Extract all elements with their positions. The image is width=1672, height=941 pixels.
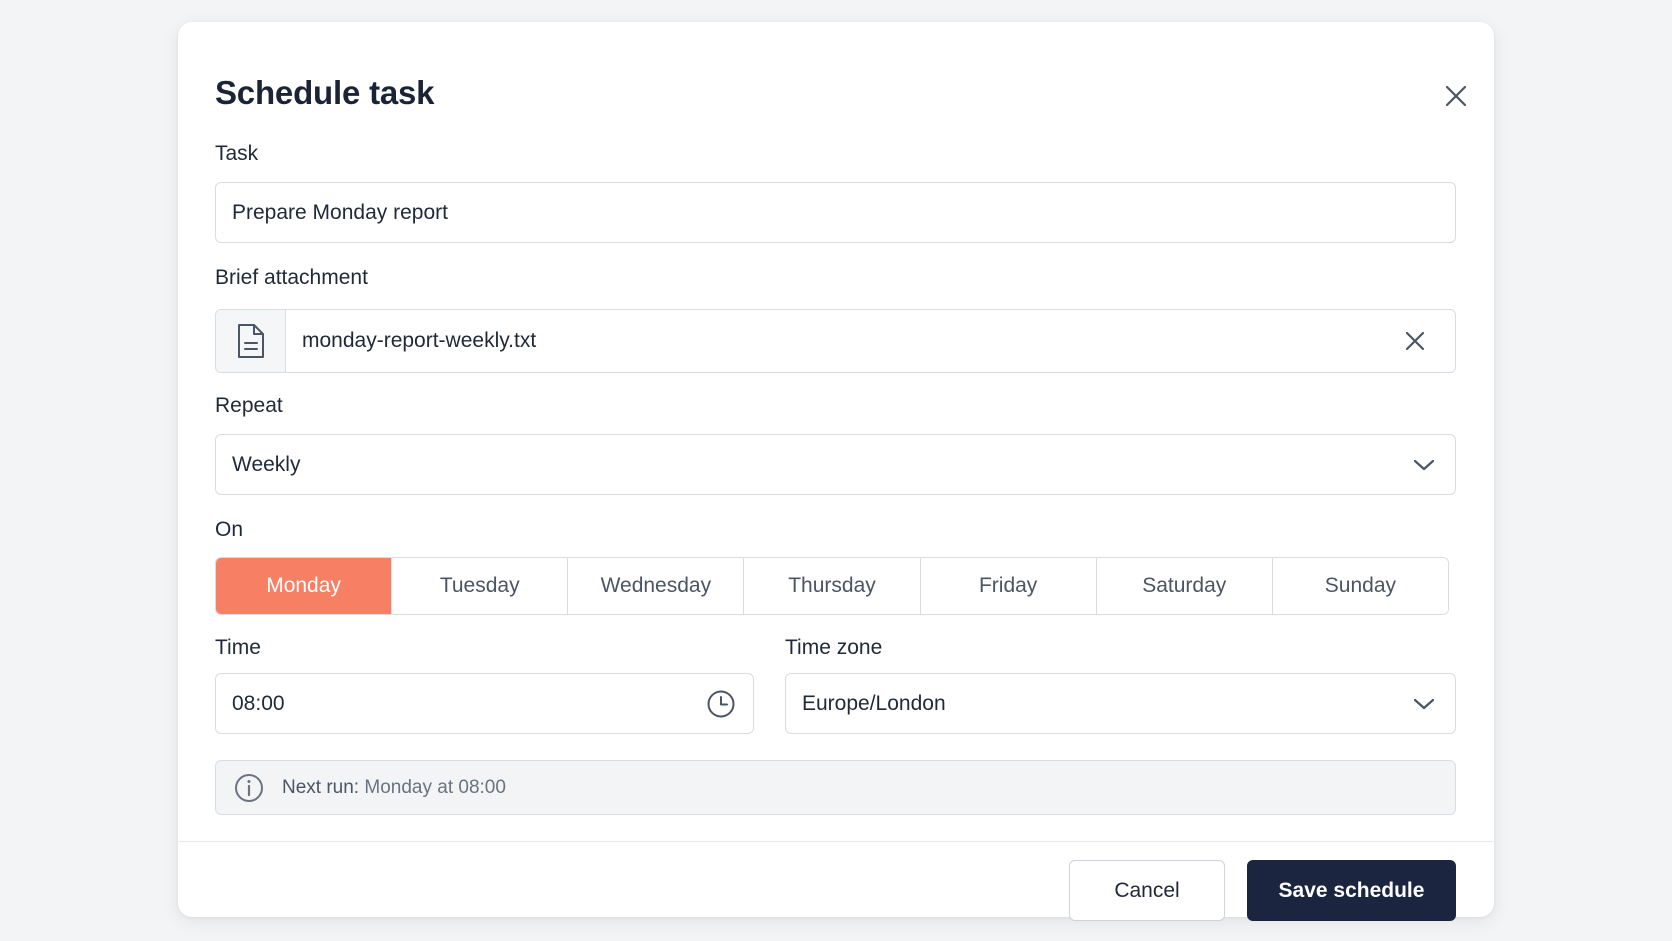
- attachment-icon-box: [216, 310, 286, 372]
- timezone-chevron: [1408, 686, 1441, 722]
- close-icon: [1445, 85, 1467, 107]
- day-monday[interactable]: Monday: [216, 558, 392, 614]
- next-run-text: Next run: Monday at 08:00: [282, 777, 506, 799]
- attachment-field: monday-report-weekly.txt: [215, 309, 1456, 373]
- task-label: Task: [215, 142, 259, 165]
- remove-attachment-icon: [1405, 331, 1425, 351]
- clock-icon: [707, 690, 735, 717]
- day-tuesday[interactable]: Tuesday: [391, 558, 568, 614]
- timezone-select[interactable]: Europe/London: [785, 673, 1456, 734]
- schedule-task-dialog: Schedule task Task Brief attachment mond…: [178, 22, 1494, 921]
- remove-attachment-button[interactable]: [1397, 323, 1433, 359]
- repeat-value: Weekly: [232, 452, 301, 476]
- dialog-title: Schedule task: [215, 74, 435, 111]
- day-friday[interactable]: Friday: [919, 558, 1096, 614]
- save-schedule-button[interactable]: Save schedule: [1247, 860, 1456, 921]
- day-sunday[interactable]: Sunday: [1271, 558, 1448, 614]
- time-label: Time: [215, 636, 261, 659]
- file-icon: [237, 324, 264, 358]
- timezone-value: Europe/London: [802, 691, 946, 715]
- next-run-prefix: Next run:: [282, 776, 360, 798]
- chevron-down-icon: [1413, 459, 1434, 470]
- cancel-button[interactable]: Cancel: [1069, 860, 1225, 921]
- repeat-select[interactable]: Weekly: [215, 434, 1456, 495]
- day-thursday[interactable]: Thursday: [743, 558, 920, 614]
- chevron-down-icon: [1414, 698, 1435, 709]
- day-wednesday[interactable]: Wednesday: [567, 558, 744, 614]
- timezone-label: Time zone: [785, 636, 883, 659]
- next-run-value: Monday at 08:00: [364, 776, 506, 798]
- close-button[interactable]: [1438, 78, 1474, 114]
- time-field: [215, 673, 754, 734]
- time-input[interactable]: [216, 691, 705, 716]
- day-saturday[interactable]: Saturday: [1095, 558, 1272, 614]
- attachment-filename: monday-report-weekly.txt: [302, 329, 537, 352]
- attachment-label: Brief attachment: [215, 266, 368, 289]
- repeat-chevron: [1406, 447, 1441, 483]
- time-picker-button[interactable]: [704, 686, 737, 722]
- footer-divider: [178, 841, 1494, 842]
- task-field-wrapper: [215, 182, 1456, 243]
- on-label: On: [215, 518, 244, 541]
- info-icon: [235, 773, 263, 802]
- task-input[interactable]: [216, 200, 1455, 225]
- day-selector: Monday Tuesday Wednesday Thursday Friday…: [215, 557, 1449, 615]
- next-run-info: Next run: Monday at 08:00: [215, 760, 1456, 815]
- repeat-label: Repeat: [215, 394, 283, 417]
